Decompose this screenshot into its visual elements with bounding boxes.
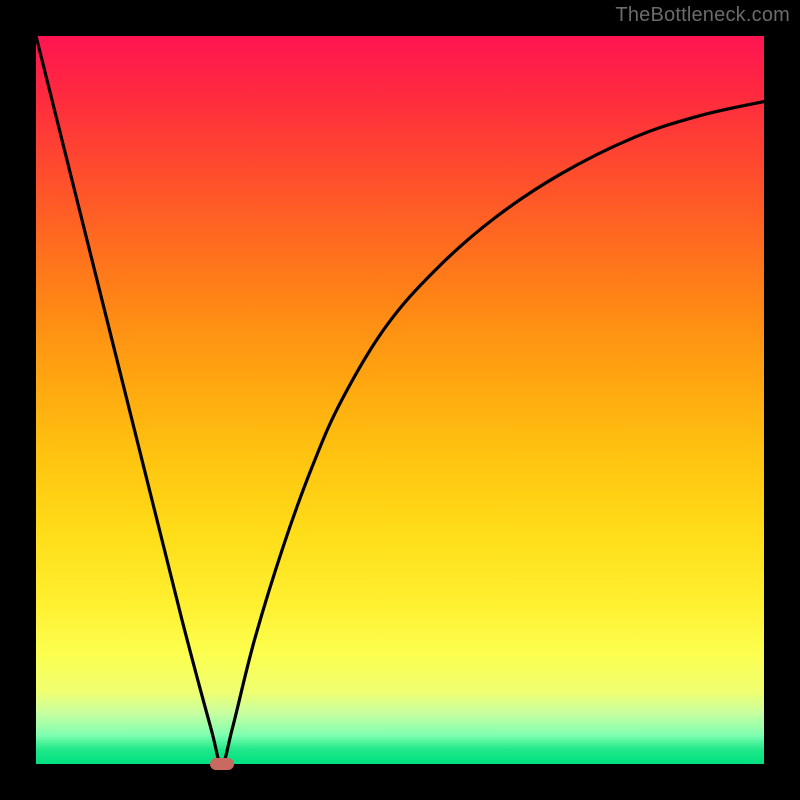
- chart-curve: [36, 36, 764, 764]
- chart-marker: [210, 758, 234, 770]
- attribution-text: TheBottleneck.com: [615, 4, 790, 27]
- chart-frame: TheBottleneck.com: [0, 0, 800, 800]
- chart-plot-area: [36, 36, 764, 764]
